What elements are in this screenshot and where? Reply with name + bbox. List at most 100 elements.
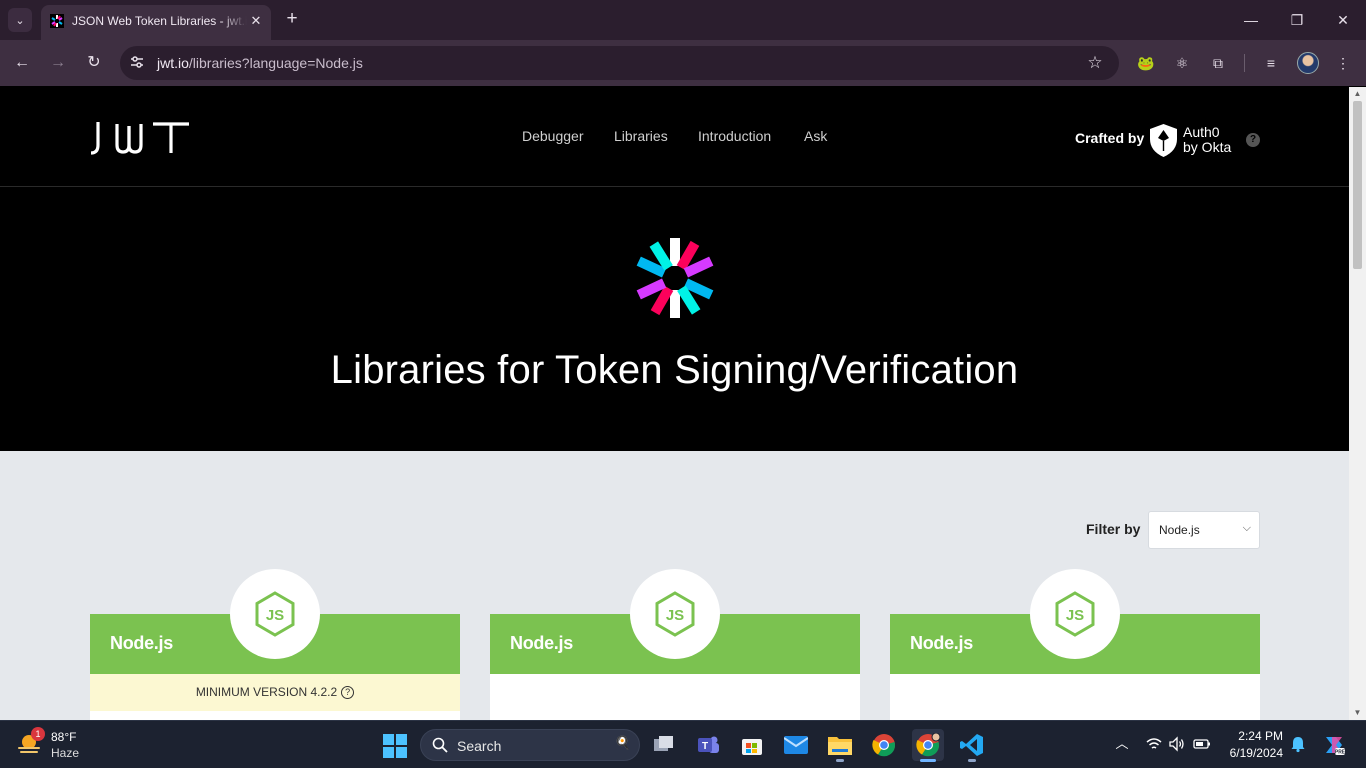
page-scrollbar[interactable]: ▲ ▼: [1349, 87, 1366, 720]
card-logo-circle: JS: [1030, 569, 1120, 659]
tab-close-icon[interactable]: ✕: [247, 12, 265, 30]
auth0-line1: Auth0: [1183, 124, 1220, 140]
card-language-name: Node.js: [110, 633, 173, 653]
minimum-version-bar: MINIMUM VERSION 4.2.2?: [90, 674, 460, 711]
windows-start-icon[interactable]: [383, 734, 407, 758]
weather-temp[interactable]: 88°F: [51, 730, 76, 744]
weather-badge: 1: [31, 727, 45, 741]
forward-button[interactable]: →: [46, 51, 70, 75]
nav-libraries[interactable]: Libraries: [614, 128, 668, 144]
address-bar[interactable]: jwt.io/libraries?language=Node.js ☆: [120, 46, 1119, 80]
file-explorer-icon[interactable]: [824, 729, 856, 762]
search-icon: [432, 737, 448, 753]
question-icon[interactable]: ?: [341, 686, 355, 699]
running-indicator: [968, 759, 976, 762]
frog-extension-icon[interactable]: 🐸: [1135, 52, 1157, 74]
chevron-down-icon: ⌵: [1242, 522, 1251, 534]
card-language-name: Node.js: [910, 633, 973, 653]
browser-tab-active[interactable]: JSON Web Token Libraries - jwt.io ✕: [41, 5, 271, 40]
close-window-button[interactable]: ✕: [1331, 8, 1355, 32]
running-indicator: [836, 759, 844, 762]
windows-taskbar: 1 88°F Haze Search 🍳 T ︿ 2:24 PM 6/19/20…: [0, 720, 1366, 768]
page-title: Libraries for Token Signing/Verification: [330, 348, 1019, 392]
jwt-favicon-icon: [50, 14, 64, 28]
clock-time[interactable]: 2:24 PM: [1229, 729, 1283, 743]
active-indicator: [920, 759, 936, 762]
nodejs-icon: JS: [1055, 591, 1095, 637]
react-devtools-icon[interactable]: ⚛: [1171, 52, 1193, 74]
svg-text:JS: JS: [1066, 607, 1084, 624]
browser-tab-bar: ⌄ JSON Web Token Libraries - jwt.io ✕ + …: [0, 0, 1366, 40]
card-logo-circle: JS: [230, 569, 320, 659]
auth0-line2: by Okta: [1183, 139, 1232, 155]
language-filter-select[interactable]: Node.js ⌵: [1148, 511, 1260, 549]
card-logo-circle: JS: [630, 569, 720, 659]
chrome-profile-icon[interactable]: [912, 729, 944, 762]
library-card: Node.js JS: [890, 569, 1260, 720]
maximize-button[interactable]: ❐: [1285, 8, 1309, 32]
nav-debugger[interactable]: Debugger: [522, 128, 584, 144]
back-button[interactable]: ←: [10, 51, 34, 75]
new-tab-button[interactable]: +: [282, 9, 302, 29]
page-viewport: Debugger Libraries Introduction Ask Craf…: [0, 87, 1349, 720]
search-highlight-icon: 🍳: [614, 735, 631, 750]
task-view-icon[interactable]: [648, 729, 680, 761]
volume-icon[interactable]: [1168, 735, 1186, 753]
chrome-icon[interactable]: [868, 729, 900, 761]
svg-text:T: T: [702, 741, 708, 752]
url-path: /libraries?language=Node.js: [188, 55, 363, 71]
wifi-icon[interactable]: [1145, 735, 1163, 753]
mail-icon[interactable]: [780, 729, 812, 761]
svg-text:JS: JS: [666, 607, 684, 624]
minimum-version-text: MINIMUM VERSION 4.2.2: [195, 685, 338, 699]
auth0-by-okta-logo[interactable]: Auth0 by Okta: [1183, 125, 1231, 155]
nav-ask[interactable]: Ask: [804, 128, 827, 144]
nodejs-icon: JS: [655, 591, 695, 637]
scroll-up-arrow-icon[interactable]: ▲: [1349, 87, 1366, 101]
nodejs-icon: JS: [255, 591, 295, 637]
scroll-down-arrow-icon[interactable]: ▼: [1349, 706, 1366, 720]
notification-bell-icon[interactable]: [1289, 735, 1307, 753]
vscode-icon[interactable]: [956, 729, 988, 762]
tab-search-button[interactable]: ⌄: [8, 8, 32, 32]
browser-menu-icon[interactable]: ⋮: [1332, 52, 1354, 74]
site-header: Debugger Libraries Introduction Ask Craf…: [0, 87, 1349, 187]
url-host: jwt.io: [157, 55, 189, 71]
filter-label: Filter by: [1086, 521, 1141, 537]
taskbar-search[interactable]: Search 🍳: [420, 729, 640, 761]
tab-title: JSON Web Token Libraries - jwt.io: [72, 14, 247, 28]
jwt-logo[interactable]: [90, 121, 190, 155]
nav-introduction[interactable]: Introduction: [698, 128, 771, 144]
bookmark-star-icon[interactable]: ☆: [1085, 53, 1105, 73]
library-card: Node.js JS MINIMUM VERSION 4.2.2?: [90, 569, 460, 720]
svg-text:JS: JS: [266, 607, 284, 624]
toolbar-divider: [1244, 54, 1245, 72]
help-icon[interactable]: ?: [1246, 133, 1260, 147]
scroll-thumb[interactable]: [1353, 101, 1362, 269]
url-text: jwt.io/libraries?language=Node.js: [157, 55, 363, 71]
hero-section: Libraries for Token Signing/Verification: [0, 188, 1349, 451]
tune-icon: [131, 56, 143, 68]
clock-date[interactable]: 6/19/2024: [1219, 746, 1283, 760]
filter-selected-value: Node.js: [1159, 523, 1200, 537]
profile-avatar[interactable]: [1297, 52, 1319, 74]
library-card: Node.js JS: [490, 569, 860, 720]
teams-icon[interactable]: T: [692, 729, 724, 761]
site-info-icon[interactable]: [128, 54, 146, 72]
auth0-shield-icon[interactable]: [1150, 124, 1177, 157]
card-language-name: Node.js: [510, 633, 573, 653]
extensions-puzzle-icon[interactable]: ⧉: [1207, 52, 1229, 74]
minimize-button[interactable]: —: [1239, 8, 1263, 32]
copilot-icon[interactable]: PRE: [1322, 733, 1346, 757]
reload-button[interactable]: ↻: [82, 51, 106, 75]
jwt-pinwheel-logo: [636, 238, 714, 318]
crafted-by-label: Crafted by: [1075, 130, 1145, 146]
screen: ⌄ JSON Web Token Libraries - jwt.io ✕ + …: [0, 0, 1366, 768]
tray-overflow-chevron-icon[interactable]: ︿: [1113, 735, 1131, 753]
battery-icon[interactable]: [1193, 735, 1211, 753]
svg-text:PRE: PRE: [1335, 750, 1346, 756]
media-controls-icon[interactable]: ≡: [1260, 52, 1282, 74]
libraries-content: Filter by Node.js ⌵ Node.js JS MINIMUM V…: [0, 451, 1349, 720]
microsoft-store-icon[interactable]: [736, 729, 768, 761]
weather-desc[interactable]: Haze: [51, 746, 79, 760]
